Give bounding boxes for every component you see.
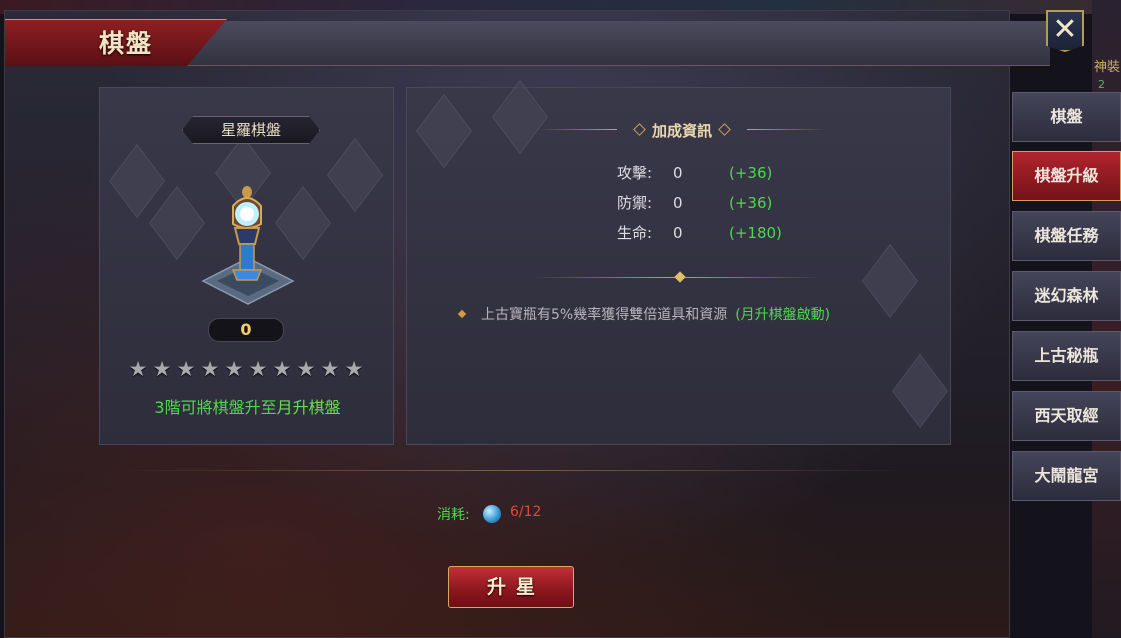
- effect-text: 上古寶瓶有5%幾率獲得雙倍道具和資源: [481, 307, 728, 323]
- upgrade-hint: 3階可將棋盤升至月升棋盤: [100, 394, 395, 418]
- star-icon: ★: [152, 357, 172, 381]
- stat-value: 0: [673, 224, 683, 242]
- tab-journey-west[interactable]: 西天取經: [1012, 391, 1121, 441]
- bottom-divider: [111, 470, 911, 471]
- tab-dragon-palace[interactable]: 大鬧龍宮: [1012, 451, 1121, 501]
- bonus-title-text: 加成資訊: [651, 122, 712, 140]
- cost-value: 6/12: [510, 504, 542, 520]
- stat-value: 0: [673, 194, 683, 212]
- cost-label: 消耗:: [437, 507, 470, 523]
- board-tile: [149, 185, 205, 261]
- stat-label: 防禦:: [617, 194, 653, 212]
- stat-row-defense: 防禦: 0 (+36): [617, 192, 772, 212]
- board-tile: [492, 79, 548, 155]
- stat-row-attack: 攻擊: 0 (+36): [617, 162, 772, 182]
- window-title: 棋盤: [99, 29, 154, 58]
- board-tile: [275, 185, 331, 261]
- star-icon: ★: [128, 357, 148, 381]
- board-name: 星羅棋盤: [182, 116, 320, 144]
- star-icon: ★: [224, 357, 244, 381]
- star-icon: ★: [248, 357, 268, 381]
- effect-note: (月升棋盤啟動): [735, 307, 831, 323]
- background-fragment-text: 神裝: [1094, 60, 1121, 75]
- background-fragment-num: 2: [1098, 78, 1105, 91]
- tab-board-upgrade[interactable]: 棋盤升級: [1012, 151, 1121, 201]
- star-rating: ★ ★ ★ ★ ★ ★ ★ ★ ★ ★: [126, 358, 366, 380]
- star-icon: ★: [272, 357, 292, 381]
- board-tile: [416, 93, 472, 169]
- bullet-icon: [457, 309, 467, 319]
- star-up-button[interactable]: 升星: [448, 566, 574, 608]
- stat-label: 攻擊:: [617, 164, 653, 182]
- bonus-title: 加成資訊: [537, 120, 827, 140]
- tab-board[interactable]: 棋盤: [1012, 92, 1121, 142]
- star-icon: ★: [200, 357, 220, 381]
- stat-label: 生命:: [617, 224, 653, 242]
- star-icon: ★: [344, 357, 364, 381]
- blue-orb-icon: [483, 505, 501, 523]
- star-icon: ★: [320, 357, 340, 381]
- divider-gem-icon: [674, 271, 686, 283]
- board-tile: [327, 137, 383, 213]
- star-icon: ★: [296, 357, 316, 381]
- upgrade-hint-target: 月升棋盤: [276, 398, 341, 417]
- close-icon: ✕: [1052, 12, 1078, 47]
- stat-bonus: (+180): [729, 224, 782, 242]
- stat-value: 0: [673, 164, 683, 182]
- board-tile: [109, 143, 165, 219]
- tab-ancient-vase[interactable]: 上古秘瓶: [1012, 331, 1121, 381]
- bonus-panel: 加成資訊 攻擊: 0 (+36) 防禦: 0 (+36) 生命: 0 (+180) 上古寶瓶…: [406, 79, 951, 445]
- board-tile: [892, 353, 948, 429]
- diamond-ornament-icon: [718, 123, 731, 136]
- tab-mystic-forest[interactable]: 迷幻森林: [1012, 271, 1121, 321]
- ancient-vase-icon: [231, 186, 263, 281]
- board-window: 棋盤 星羅棋盤 0 ★ ★ ★ ★ ★ ★ ★ ★ ★ ★ 3階可將棋盤升至月升…: [4, 10, 1050, 638]
- stat-bonus: (+36): [729, 164, 773, 182]
- effect-line: 上古寶瓶有5%幾率獲得雙倍道具和資源 (月升棋盤啟動): [457, 304, 831, 324]
- tab-board-quest[interactable]: 棋盤任務: [1012, 211, 1121, 261]
- upgrade-hint-prefix: 3階可將棋盤升至: [154, 398, 277, 417]
- board-level: 0: [208, 318, 284, 342]
- diamond-ornament-icon: [633, 123, 646, 136]
- board-tile: [862, 243, 918, 319]
- star-icon: ★: [176, 357, 196, 381]
- stat-row-life: 生命: 0 (+180): [617, 222, 782, 242]
- board-panel: 星羅棋盤 0 ★ ★ ★ ★ ★ ★ ★ ★ ★ ★ 3階可將棋盤升至月升棋盤: [99, 87, 394, 445]
- close-button[interactable]: ✕: [1046, 10, 1084, 52]
- stat-bonus: (+36): [729, 194, 773, 212]
